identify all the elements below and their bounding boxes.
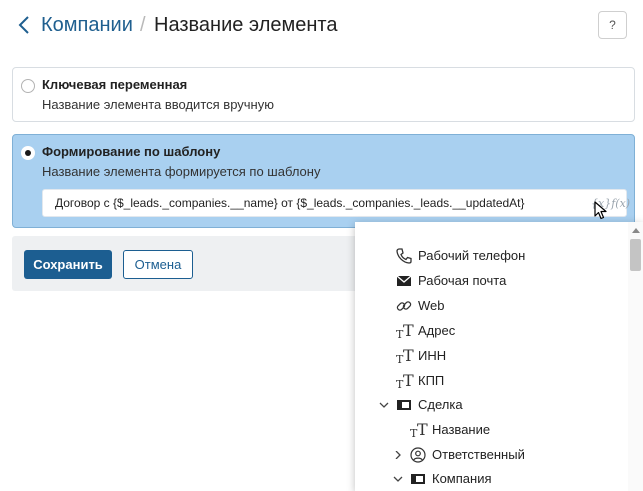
- page-title: Название элемента: [154, 14, 338, 36]
- dropdown-item-kpp[interactable]: TT КПП: [355, 369, 625, 393]
- text-type-icon: TT: [410, 420, 428, 440]
- text-type-icon: TT: [396, 371, 414, 391]
- app-icon: [411, 474, 425, 484]
- option-manual[interactable]: Ключевая переменная Название элемента вв…: [12, 67, 635, 122]
- dropdown-item-label: ИНН: [418, 348, 447, 363]
- template-input-value: Договор с {$_leads._companies.__name} от…: [55, 196, 525, 210]
- dropdown-item-work-phone[interactable]: Рабочий телефон: [355, 244, 625, 268]
- back-chevron-icon[interactable]: [16, 14, 32, 36]
- scroll-up-arrow-icon[interactable]: [632, 228, 640, 233]
- variables-dropdown[interactable]: Рабочий телефон Рабочая почта Web TT Адр…: [355, 222, 643, 491]
- option-template-title: Формирование по шаблону: [42, 144, 221, 159]
- radio-template[interactable]: [21, 146, 35, 160]
- dropdown-item-label: Название: [432, 422, 491, 437]
- dropdown-item-deal[interactable]: Сделка: [355, 393, 625, 417]
- dropdown-item-label: Адрес: [418, 323, 456, 338]
- text-type-icon: TT: [396, 321, 414, 341]
- dropdown-scrollbar[interactable]: [628, 222, 643, 491]
- option-template[interactable]: Формирование по шаблону Название элемент…: [12, 134, 635, 228]
- text-type-icon: TT: [396, 346, 414, 366]
- dropdown-item-web[interactable]: Web: [355, 294, 625, 318]
- chevron-right-icon[interactable]: [393, 451, 403, 459]
- save-button[interactable]: Сохранить: [24, 250, 112, 279]
- dropdown-item-label: Web: [418, 298, 445, 313]
- radio-manual[interactable]: [21, 79, 35, 93]
- mouse-cursor-icon: [594, 201, 607, 220]
- dropdown-item-label: Ответственный: [432, 447, 525, 462]
- dropdown-item-work-email[interactable]: Рабочая почта: [355, 269, 625, 293]
- help-button[interactable]: ?: [598, 11, 627, 39]
- dropdown-item-label: Компания: [432, 471, 492, 486]
- dropdown-item-responsible[interactable]: Ответственный: [355, 443, 625, 467]
- chevron-down-icon[interactable]: [393, 475, 403, 483]
- page-header: Компании / Название элемента ?: [0, 0, 643, 52]
- option-template-description: Название элемента формируется по шаблону: [42, 164, 321, 179]
- dropdown-item-deal-name[interactable]: TT Название: [355, 418, 625, 442]
- breadcrumb-companies-link[interactable]: Компании: [41, 12, 133, 38]
- dropdown-item-label: Рабочий телефон: [418, 248, 526, 263]
- scrollbar-thumb[interactable]: [630, 239, 641, 271]
- dropdown-item-label: КПП: [418, 373, 445, 388]
- app-icon: [397, 400, 411, 410]
- cancel-button[interactable]: Отмена: [123, 250, 193, 279]
- dropdown-item-label: Рабочая почта: [418, 273, 507, 288]
- link-icon: [396, 301, 412, 311]
- chevron-down-icon[interactable]: [379, 401, 389, 409]
- breadcrumb-separator: /: [140, 14, 146, 36]
- option-manual-title: Ключевая переменная: [42, 77, 188, 92]
- user-icon: [410, 447, 426, 463]
- dropdown-item-label: Сделка: [418, 397, 463, 412]
- dropdown-item-address[interactable]: TT Адрес: [355, 319, 625, 343]
- option-manual-description: Название элемента вводится вручную: [42, 97, 274, 112]
- dropdown-item-company[interactable]: Компания: [355, 467, 625, 491]
- phone-icon: [396, 248, 412, 264]
- dropdown-item-inn[interactable]: TT ИНН: [355, 344, 625, 368]
- template-input[interactable]: Договор с {$_leads._companies.__name} от…: [42, 189, 630, 217]
- envelope-icon: [396, 275, 412, 286]
